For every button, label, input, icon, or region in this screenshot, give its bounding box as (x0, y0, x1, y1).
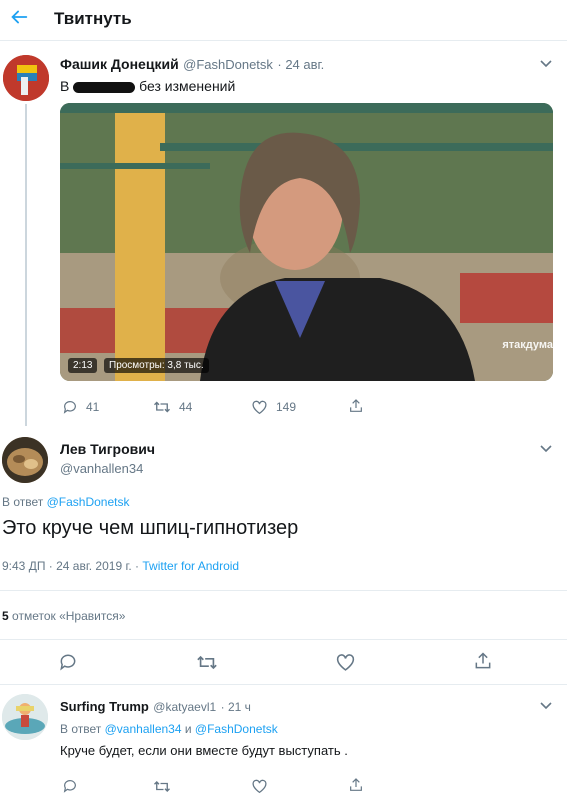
tweet-text-suffix: без изменений (139, 78, 236, 94)
author-name[interactable]: Фашик Донецкий (60, 56, 179, 72)
like-count: 149 (276, 400, 297, 414)
tweet-client[interactable]: Twitter for Android (142, 559, 239, 573)
retweet-button[interactable]: 44 (153, 399, 192, 415)
video-watermark: ятакдума (502, 339, 553, 351)
reply-to-line: В ответ @vanhallen34 и @FashDonetsk (60, 722, 278, 736)
like-button[interactable]: 149 (251, 399, 296, 415)
avatar[interactable] (3, 55, 49, 101)
likes-label: отметок «Нравится» (12, 609, 126, 623)
tweet-text-prefix: В (60, 78, 70, 94)
likes-count: 5 (2, 609, 9, 623)
share-icon (475, 652, 491, 669)
tweet-text: В без изменений (60, 78, 235, 94)
reply-icon (63, 780, 76, 793)
reply-to-label: В ответ (60, 722, 102, 736)
retweet-button[interactable] (196, 653, 218, 677)
reply-to-label: В ответ (2, 495, 44, 509)
video-player[interactable]: 2:13 Просмотры: 3,8 тыс. ятакдума (60, 103, 553, 381)
reply-button[interactable]: 41 (62, 399, 99, 415)
author-handle[interactable]: @katyaevl1 (153, 700, 216, 714)
share-button[interactable] (473, 651, 493, 676)
divider (0, 684, 567, 685)
thread-line (25, 104, 27, 426)
tweet-timestamp[interactable]: 9:43 ДП · 24 авг. 2019 г. · (2, 559, 139, 573)
avatar[interactable] (2, 437, 48, 483)
heart-icon (252, 400, 267, 415)
tweet-text: Это круче чем шпиц-гипнотизер (2, 517, 299, 539)
like-button[interactable] (251, 778, 268, 799)
author-handle[interactable]: @vanhallen34 (60, 461, 155, 476)
share-icon (350, 778, 362, 791)
divider (0, 590, 567, 591)
tweet-meta: 9:43 ДП · 24 авг. 2019 г. · Twitter for … (2, 559, 239, 573)
reply-to-line: В ответ @FashDonetsk (2, 495, 130, 509)
chevron-down-icon[interactable] (539, 56, 553, 70)
heart-icon (252, 779, 267, 794)
chevron-down-icon[interactable] (539, 698, 553, 712)
divider (0, 639, 567, 640)
reply-button[interactable] (58, 652, 78, 677)
reply-and: и (184, 722, 192, 736)
retweet-icon (197, 655, 217, 670)
heart-icon (336, 654, 355, 671)
like-button[interactable] (335, 652, 356, 677)
redaction-mark (73, 81, 136, 93)
reply-count: 41 (86, 400, 100, 414)
page-title: Твитнуть (54, 9, 132, 28)
video-views: Просмотры: 3,8 тыс. (104, 358, 209, 373)
reply-to-handle[interactable]: @vanhallen34 (105, 722, 182, 736)
avatar[interactable] (2, 694, 48, 740)
reply-to-handle[interactable]: @FashDonetsk (195, 722, 278, 736)
author-handle[interactable]: @FashDonetsk (183, 57, 273, 72)
tweet-date[interactable]: · 24 авг. (277, 57, 324, 72)
divider (0, 40, 567, 41)
chevron-down-icon[interactable] (539, 441, 553, 455)
likes-summary[interactable]: 5 отметок «Нравится» (2, 609, 125, 623)
back-arrow-icon[interactable] (8, 6, 30, 28)
reply-icon (63, 401, 76, 414)
author-name[interactable]: Лев Тигрович (60, 441, 155, 457)
tweet-time[interactable]: · 21 ч (221, 700, 251, 714)
share-button[interactable] (348, 398, 364, 414)
share-icon (350, 399, 362, 412)
reply-button[interactable] (62, 778, 78, 799)
retweet-icon (154, 401, 170, 413)
author-name[interactable]: Surfing Trump (60, 699, 149, 714)
reply-to-handle[interactable]: @FashDonetsk (47, 495, 130, 509)
video-duration: 2:13 (68, 358, 98, 373)
video-frame (60, 103, 553, 381)
share-button[interactable] (348, 777, 364, 798)
reply-icon (60, 654, 76, 671)
tweet-text: Круче будет, если они вместе будут высту… (60, 743, 348, 758)
retweet-icon (154, 781, 170, 792)
retweet-count: 44 (179, 400, 193, 414)
retweet-button[interactable] (153, 779, 171, 799)
